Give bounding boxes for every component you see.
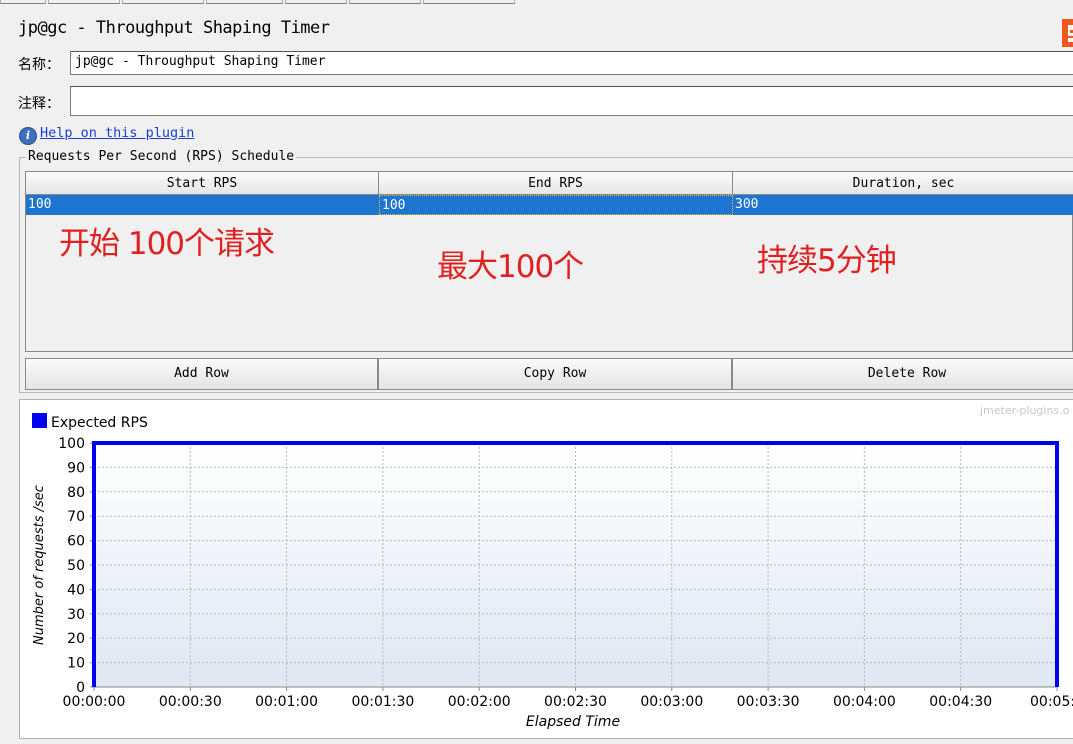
column-header-start-rps[interactable]: Start RPS	[26, 172, 379, 195]
top-tab-strip	[0, 0, 1073, 4]
column-header-duration[interactable]: Duration, sec	[733, 172, 1073, 195]
x-tick-label: 00:00:00	[63, 694, 126, 710]
y-tick-label: 70	[67, 509, 85, 525]
column-header-end-rps[interactable]: End RPS	[379, 172, 733, 195]
x-tick-label: 00:03:30	[737, 694, 800, 710]
panel-title: jp@gc - Throughput Shaping Timer	[18, 18, 330, 38]
y-tick-label: 40	[67, 582, 85, 598]
y-tick-label: 80	[67, 485, 85, 501]
x-tick-label: 00:00:30	[159, 694, 222, 710]
copy-row-button[interactable]: Copy Row	[378, 358, 732, 390]
y-axis-ticks: 0102030405060708090100	[58, 436, 94, 696]
add-row-button[interactable]: Add Row	[25, 358, 378, 390]
legend-label: Expected RPS	[51, 415, 148, 431]
name-label: 名称：	[18, 57, 60, 73]
delete-row-button[interactable]: Delete Row	[732, 358, 1073, 390]
legend-swatch	[32, 413, 47, 428]
x-tick-label: 00:04:30	[929, 694, 992, 710]
annotation-duration: 持续5分钟	[757, 243, 897, 279]
x-axis-ticks: 00:00:00 00:00:30 00:01:00 00:01:30 00:02:00…	[63, 687, 1073, 710]
x-tick-label: 00:02:00	[448, 694, 511, 710]
y-tick-label: 10	[67, 656, 85, 672]
x-tick-label: 00:01:30	[351, 694, 414, 710]
x-tick-label: 00:05:0	[1030, 694, 1073, 710]
x-tick-label: 00:01:00	[255, 694, 318, 710]
table-cell-start-rps[interactable]: 100	[26, 195, 379, 215]
x-tick-label: 00:02:30	[544, 694, 607, 710]
y-tick-label: 100	[58, 436, 85, 452]
x-tick-label: 00:03:00	[640, 694, 703, 710]
table-cell-end-rps[interactable]: 100	[379, 195, 733, 215]
table-cell-duration[interactable]: 300	[733, 195, 1073, 215]
annotation-start: 开始 100个请求	[59, 226, 275, 262]
y-tick-label: 90	[67, 460, 85, 476]
x-axis-label: Elapsed Time	[526, 714, 620, 730]
comment-field[interactable]	[70, 86, 1073, 116]
chart-panel: jmeter-plugins.o Expected RPS 0 10 20 30 40 5…	[19, 399, 1073, 739]
rps-chart: jmeter-plugins.o Expected RPS 0102030405…	[32, 404, 1073, 730]
y-axis-label: Number of requests /sec	[32, 485, 47, 645]
jmeter-plugins-logo-icon	[1062, 19, 1073, 47]
y-tick-label: 50	[67, 558, 85, 574]
name-field[interactable]: jp@gc - Throughput Shaping Timer	[70, 51, 1073, 75]
chart-watermark: jmeter-plugins.o	[979, 404, 1070, 417]
comment-label: 注释：	[18, 96, 60, 112]
help-link[interactable]: Help on this plugin	[40, 125, 194, 141]
annotation-max: 最大100个	[437, 249, 584, 285]
info-icon: i	[19, 127, 37, 145]
y-tick-label: 60	[67, 534, 85, 550]
rps-schedule-title: Requests Per Second (RPS) Schedule	[26, 149, 297, 164]
y-tick-label: 20	[67, 631, 85, 647]
y-tick-label: 30	[67, 607, 85, 623]
x-tick-label: 00:04:00	[833, 694, 896, 710]
